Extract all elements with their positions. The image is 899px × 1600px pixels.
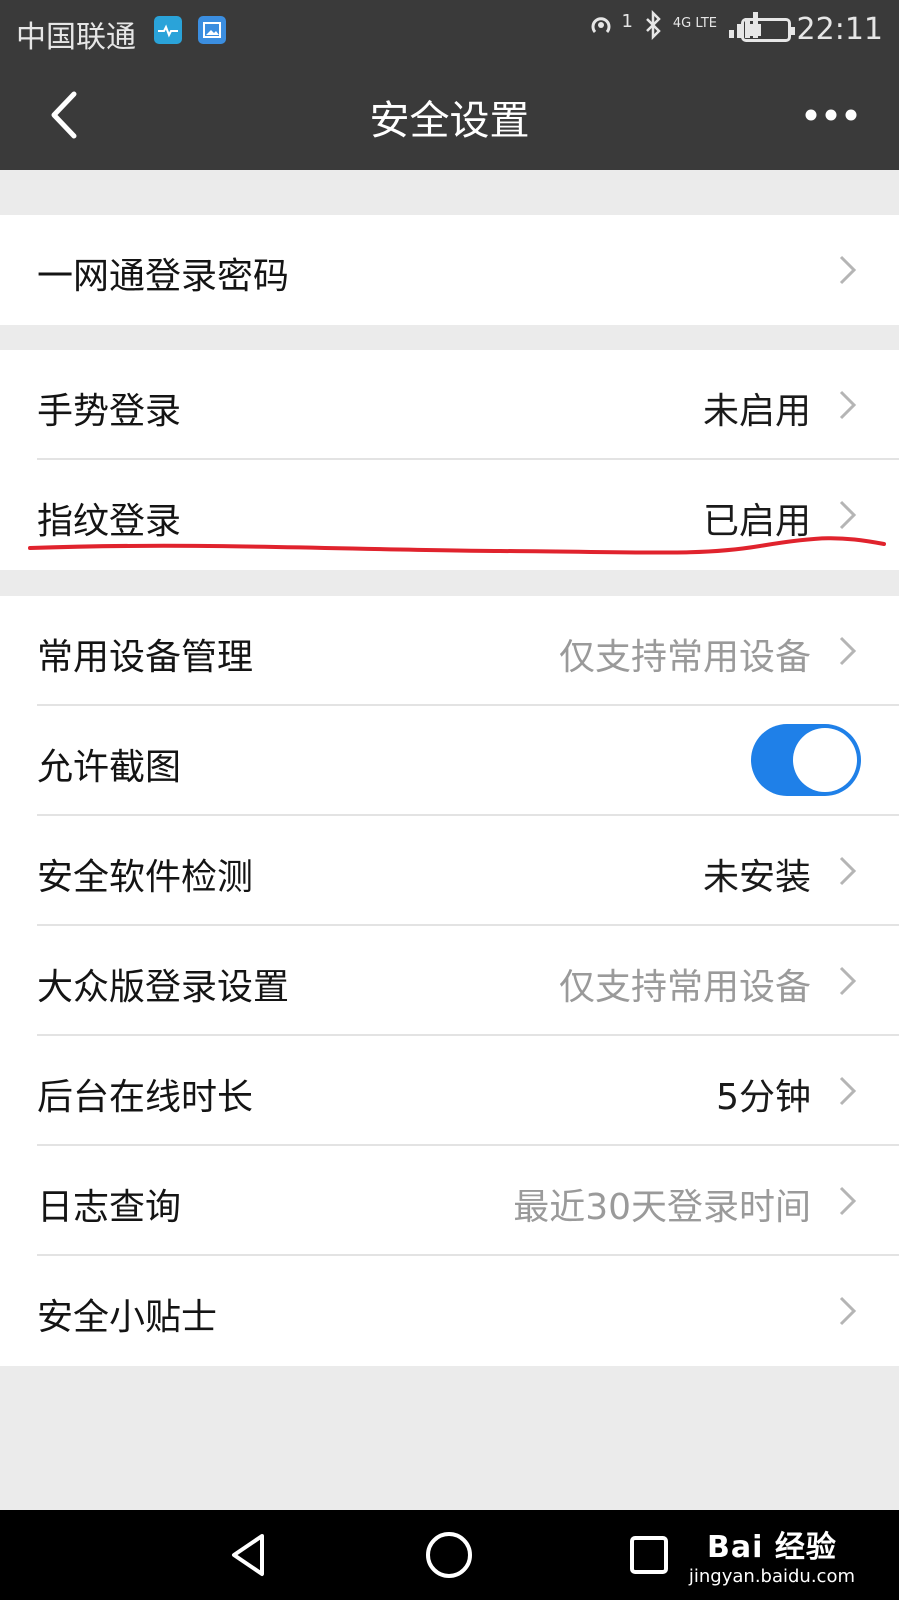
settings-group-login: 手势登录 未启用 指纹登录 已启用 [0, 350, 899, 570]
chevron-right-icon [839, 1296, 857, 1326]
row-common-devices[interactable]: 常用设备管理 仅支持常用设备 [0, 596, 899, 706]
row-label: 允许截图 [37, 747, 182, 788]
chevron-right-icon [839, 390, 857, 420]
row-security-software[interactable]: 安全软件检测 未安装 [0, 816, 899, 926]
clock: 22:11 [796, 12, 883, 47]
row-gesture-login[interactable]: 手势登录 未启用 [0, 350, 899, 460]
row-label: 一网通登录密码 [37, 256, 290, 297]
hotspot-icon [585, 10, 619, 47]
page-title: 安全设置 [369, 98, 530, 144]
screenshot-toggle[interactable] [751, 724, 861, 796]
chevron-right-icon [839, 1186, 857, 1216]
row-label: 安全小贴士 [37, 1297, 218, 1338]
row-value: 仅支持常用设备 [558, 637, 811, 678]
row-value: 最近30天登录时间 [513, 1187, 811, 1228]
row-label: 后台在线时长 [37, 1077, 254, 1118]
recents-square-icon [630, 1536, 668, 1574]
chevron-right-icon [839, 1076, 857, 1106]
row-log-query[interactable]: 日志查询 最近30天登录时间 [0, 1146, 899, 1256]
system-back-button[interactable] [224, 1530, 274, 1580]
row-label: 常用设备管理 [37, 637, 254, 678]
row-value: 仅支持常用设备 [558, 967, 811, 1008]
row-security-tips[interactable]: 安全小贴士 [0, 1256, 899, 1366]
battery-icon [741, 18, 795, 42]
settings-group-device: 常用设备管理 仅支持常用设备 允许截图 安全软件检测 未安装 大众版登录设置 仅… [0, 596, 899, 1366]
status-bar: 中国联通 1 4G LTE 22:11 [0, 0, 899, 60]
row-label: 大众版登录设置 [37, 967, 290, 1008]
row-label: 指纹登录 [37, 501, 182, 542]
chevron-right-icon [839, 500, 857, 530]
chevron-right-icon [839, 966, 857, 996]
system-home-button[interactable] [424, 1530, 474, 1580]
sim-indicator: 1 [621, 11, 633, 32]
back-triangle-icon [232, 1534, 264, 1576]
system-navigation-bar: Bai 经验 jingyan.baidu.com [0, 1510, 899, 1600]
network-type: 4G LTE [672, 15, 717, 31]
header: 安全设置 [0, 60, 899, 170]
row-fingerprint-login[interactable]: 指纹登录 已启用 [0, 460, 899, 570]
row-label: 手势登录 [37, 391, 182, 432]
carrier-name: 中国联通 [16, 20, 136, 55]
bluetooth-icon [643, 9, 663, 47]
chevron-right-icon [839, 255, 857, 285]
chevron-right-icon [839, 636, 857, 666]
gallery-app-icon [198, 16, 226, 44]
watermark-sub: jingyan.baidu.com [688, 1566, 855, 1587]
row-portal-password[interactable]: 一网通登录密码 [0, 215, 899, 325]
row-label: 日志查询 [37, 1187, 182, 1228]
status-icons: 1 4G LTE [585, 9, 759, 47]
watermark-main: Bai 经验 [707, 1530, 837, 1565]
row-background-timeout[interactable]: 后台在线时长 5分钟 [0, 1036, 899, 1146]
more-dots-icon [805, 109, 857, 121]
row-value: 5分钟 [716, 1077, 811, 1118]
row-value: 已启用 [702, 501, 811, 542]
more-button[interactable] [801, 100, 861, 130]
toggle-knob [793, 728, 857, 792]
home-circle-icon [426, 1532, 472, 1578]
row-value: 未启用 [702, 391, 811, 432]
row-value: 未安装 [702, 857, 811, 898]
system-recents-button[interactable] [624, 1530, 674, 1580]
chevron-right-icon [839, 856, 857, 886]
row-public-login-settings[interactable]: 大众版登录设置 仅支持常用设备 [0, 926, 899, 1036]
row-allow-screenshot: 允许截图 [0, 706, 899, 816]
settings-group-password: 一网通登录密码 [0, 215, 899, 325]
baidu-watermark: Bai 经验 jingyan.baidu.com [689, 1522, 855, 1587]
health-app-icon [154, 16, 182, 44]
row-label: 安全软件检测 [37, 857, 254, 898]
